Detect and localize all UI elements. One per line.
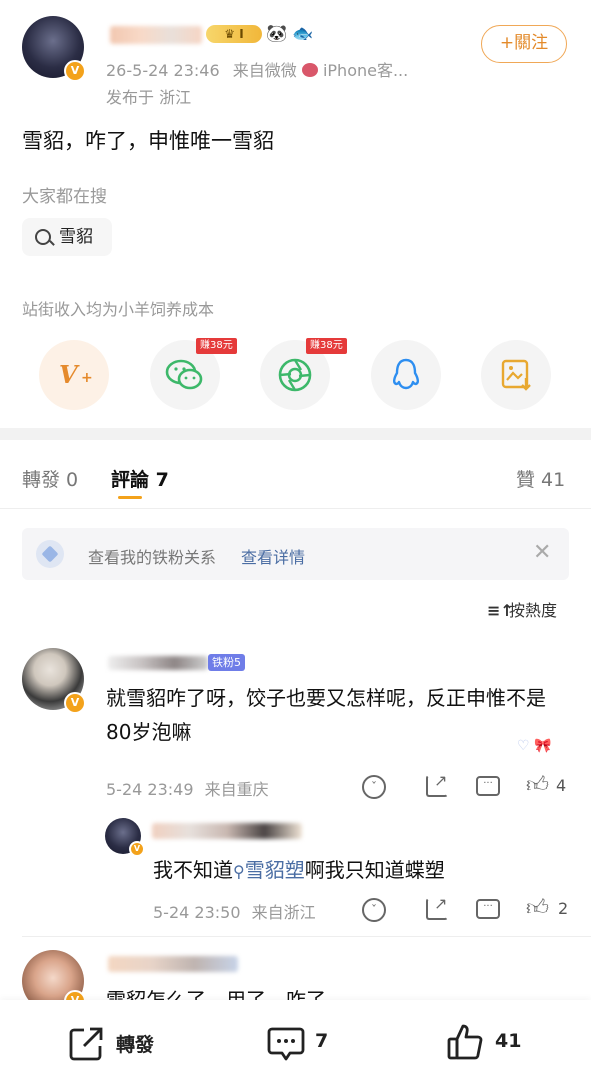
post-text: 雪貂，咋了，申惟唯一雪貂 <box>22 129 274 153</box>
comment-time: 5-24 23:49 <box>106 780 194 799</box>
comment-text: 就雪貂咋了呀，饺子也要又怎样呢，反正申惟不是80岁泡嘛 <box>106 686 546 744</box>
save-image-icon <box>501 359 531 391</box>
tab-repost[interactable]: 轉發 0 <box>22 465 78 492</box>
earn-badge-moments: 赚38元 <box>306 338 347 354</box>
comment-meta: 5-24 23:49 来自重庆 <box>106 776 269 800</box>
vplus-share-button[interactable]: V + <box>39 340 109 410</box>
like-icon <box>447 1024 483 1060</box>
close-icon[interactable]: ✕ <box>533 540 551 565</box>
bottom-comment-count: 7 <box>315 1030 329 1052</box>
search-icon <box>35 229 51 245</box>
comment-icon <box>267 1027 305 1061</box>
reply-meta: 5-24 23:50 来自浙江 <box>153 899 316 923</box>
post-source-prefix: 来自 <box>232 61 265 80</box>
post-source[interactable]: 微微 <box>265 61 297 80</box>
qq-share-button[interactable] <box>371 340 441 410</box>
post-meta: 26-5-24 23:46 来自微微 iPhone客... <box>106 57 408 81</box>
moments-icon <box>278 358 312 392</box>
panda-icon: 🐼 <box>266 24 288 44</box>
bottom-repost-button[interactable]: 轉發 <box>68 1024 178 1064</box>
tabs-divider <box>0 508 591 509</box>
sort-icon: ≡↑ <box>487 601 514 620</box>
comment-bubble-decoration: ♡ 🎀 <box>517 738 552 754</box>
verified-badge-icon: V <box>64 60 86 82</box>
fans-link[interactable]: 查看详情 <box>241 544 305 568</box>
vplus-plus: + <box>81 370 93 386</box>
share-arrow: ↗ <box>434 771 448 790</box>
author-name-blurred[interactable] <box>110 26 202 44</box>
post-location: 发布于 浙江 <box>106 88 192 107</box>
save-image-share-button[interactable] <box>481 340 551 410</box>
verified-badge-icon: V <box>64 692 86 714</box>
commenter-name-blurred[interactable] <box>108 656 208 670</box>
search-icon: ⚲ <box>233 862 245 881</box>
sort-button[interactable]: ≡↑按熱度 <box>487 597 557 621</box>
reply-like-count: 2 <box>558 899 569 918</box>
post-client[interactable]: iPhone客... <box>323 61 408 80</box>
reply-link[interactable]: ⚲雪貂塑 <box>233 858 305 882</box>
comment-like-count: 4 <box>556 776 567 795</box>
follow-label: +關注 <box>499 33 549 53</box>
pig-icon <box>301 63 318 77</box>
reply-text-post: 啊我只知道蝶塑 <box>304 858 445 882</box>
follow-button[interactable]: +關注 <box>481 25 567 63</box>
trending-chip[interactable]: 雪貂 <box>22 218 112 256</box>
fans-bar[interactable]: 查看我的铁粉关系 查看详情 ✕ <box>22 528 569 580</box>
search-icon-handle <box>49 240 55 246</box>
wechat-icon <box>165 359 203 390</box>
bottom-bar: 轉發 7 41 <box>0 1000 591 1089</box>
reply-text: 我不知道⚲雪貂塑啊我只知道蝶塑 <box>153 854 445 883</box>
reply-icon[interactable]: ··· <box>476 776 500 796</box>
post-time: 26-5-24 23:46 <box>106 61 220 80</box>
qq-icon <box>393 358 419 390</box>
like-icon[interactable]: 👍︎ <box>526 771 549 798</box>
like-icon[interactable]: 👍︎ <box>526 894 549 921</box>
crown-level-badge: ♛ I <box>206 25 262 43</box>
trending-title: 大家都在搜 <box>22 187 107 207</box>
fish-icon: 🐟 <box>292 24 314 44</box>
tab-comment[interactable]: 評論 7 <box>111 465 169 492</box>
share-title: 站街收入均为小羊饲养成本 <box>22 300 215 319</box>
reply-name-blurred[interactable] <box>152 823 302 839</box>
commenter-name-blurred[interactable] <box>108 956 238 972</box>
tab-comment-underline <box>118 496 142 499</box>
crown-icon: ♛ <box>224 27 236 41</box>
trending-chip-label: 雪貂 <box>59 227 93 247</box>
vplus-icon: V <box>59 360 78 389</box>
repost-icon <box>69 1027 103 1061</box>
reply-time: 5-24 23:50 <box>153 903 241 922</box>
dislike-icon[interactable]: ˇ <box>362 775 386 799</box>
earn-badge-wechat: 赚38元 <box>196 338 237 354</box>
sort-label: 按熱度 <box>509 601 558 620</box>
bottom-like-count: 41 <box>495 1030 522 1052</box>
dislike-icon[interactable]: ˇ <box>362 898 386 922</box>
bottom-repost-label: 轉發 <box>116 1034 155 1056</box>
share-arrow: ↗ <box>434 894 448 913</box>
comment-location: 来自重庆 <box>204 780 269 799</box>
reply-text-pre: 我不知道 <box>153 858 233 882</box>
comment-divider <box>22 936 591 937</box>
fans-text: 查看我的铁粉关系 <box>88 548 217 567</box>
tab-like[interactable]: 贊 41 <box>516 465 565 492</box>
bottom-comment-button[interactable]: 7 <box>266 1024 346 1064</box>
bottom-like-button[interactable]: 41 <box>446 1022 546 1064</box>
section-divider <box>0 428 591 440</box>
verified-badge-icon: V <box>129 841 145 857</box>
fan-badge: 铁粉5 <box>208 654 245 671</box>
fans-diamond-icon <box>36 540 64 568</box>
reply-location: 来自浙江 <box>251 903 316 922</box>
reply-icon[interactable]: ··· <box>476 899 500 919</box>
